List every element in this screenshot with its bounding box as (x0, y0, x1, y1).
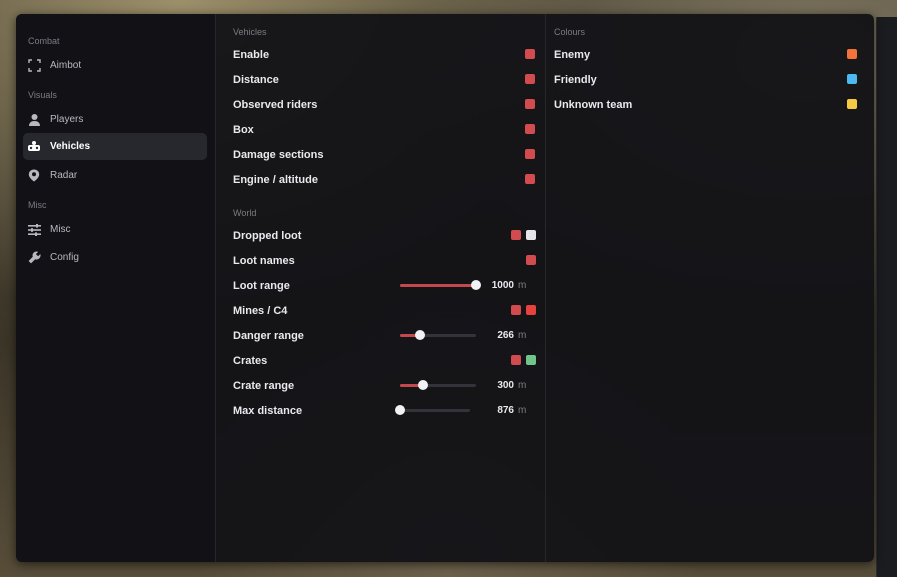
crate-range-slider[interactable] (400, 380, 476, 390)
loot-range-slider[interactable] (400, 280, 481, 290)
sidebar-item-players[interactable]: Players (23, 106, 207, 133)
vehicles-observed-riders-label: Observed riders (233, 99, 318, 111)
section-label-misc: Misc (28, 200, 47, 210)
danger-range-value: 266 (497, 330, 514, 341)
colours-heading: Colours (554, 27, 586, 37)
vehicles-enable-color[interactable] (525, 49, 535, 59)
loot-names-label: Loot names (233, 255, 295, 267)
crosshair-icon (27, 59, 41, 73)
side-panel-edge (876, 17, 897, 577)
sidebar-item-vehicles[interactable]: Vehicles (23, 133, 207, 160)
crates-color-primary[interactable] (511, 355, 521, 365)
person-icon (27, 113, 41, 127)
vehicles-damage-sections-label: Damage sections (233, 149, 324, 161)
crates-label: Crates (233, 355, 268, 367)
max-distance-value: 876 (497, 405, 514, 416)
unknown-team-color[interactable] (847, 99, 857, 109)
dropped-loot-color-primary[interactable] (511, 230, 521, 240)
friendly-label: Friendly (554, 74, 597, 86)
crates-color-secondary[interactable] (526, 355, 536, 365)
colours-panel: Colours Enemy Friendly Unknown team (546, 14, 874, 562)
sliders-icon (27, 223, 41, 237)
sidebar-item-radar[interactable]: Radar (23, 162, 207, 189)
sidebar: Combat Aimbot Visuals Players Vehicles R… (16, 14, 216, 562)
section-label-combat: Combat (28, 36, 60, 46)
dropped-loot-label: Dropped loot (233, 230, 302, 242)
vehicles-box-color[interactable] (525, 124, 535, 134)
sidebar-item-misc[interactable]: Misc (23, 216, 207, 243)
vehicles-engine-altitude-label: Engine / altitude (233, 174, 318, 186)
loot-range-unit: m (518, 280, 527, 291)
dropped-loot-color-secondary[interactable] (526, 230, 536, 240)
enemy-label: Enemy (554, 49, 591, 61)
vehicles-damage-sections-color[interactable] (525, 149, 535, 159)
sidebar-item-label: Misc (50, 224, 71, 235)
vehicles-world-panel: Vehicles Enable Distance Observed riders… (216, 14, 546, 562)
sidebar-item-label: Config (50, 252, 79, 263)
sidebar-item-config[interactable]: Config (23, 244, 207, 271)
danger-range-label: Danger range (233, 330, 304, 342)
unknown-team-label: Unknown team (554, 99, 633, 111)
radar-icon (27, 169, 41, 183)
slider-knob[interactable] (395, 405, 405, 415)
max-distance-unit: m (518, 405, 527, 416)
section-label-visuals: Visuals (28, 90, 57, 100)
wrench-icon (27, 251, 41, 265)
vehicles-heading: Vehicles (233, 27, 267, 37)
settings-window: Combat Aimbot Visuals Players Vehicles R… (16, 14, 874, 562)
crate-range-unit: m (518, 380, 527, 391)
loot-range-value: 1000 (491, 280, 514, 291)
vehicles-distance-label: Distance (233, 74, 279, 86)
mines-c4-color-primary[interactable] (511, 305, 521, 315)
enemy-color[interactable] (847, 49, 857, 59)
danger-range-unit: m (518, 330, 527, 341)
loot-names-color[interactable] (526, 255, 536, 265)
mines-c4-color-secondary[interactable] (526, 305, 536, 315)
sidebar-item-label: Vehicles (50, 141, 91, 152)
sidebar-item-label: Players (50, 114, 84, 125)
max-distance-label: Max distance (233, 405, 303, 417)
vehicles-distance-color[interactable] (525, 74, 535, 84)
vehicles-enable-label: Enable (233, 49, 270, 61)
mines-c4-label: Mines / C4 (233, 305, 288, 317)
slider-fill (400, 284, 476, 287)
slider-knob[interactable] (417, 380, 428, 390)
loot-range-label: Loot range (233, 280, 290, 292)
crate-range-label: Crate range (233, 380, 295, 392)
max-distance-slider[interactable] (395, 405, 470, 415)
sidebar-item-label: Aimbot (50, 60, 82, 71)
vehicle-icon (27, 140, 41, 154)
vehicles-engine-altitude-color[interactable] (525, 174, 535, 184)
slider-knob[interactable] (414, 330, 425, 340)
world-heading: World (233, 208, 257, 218)
danger-range-slider[interactable] (400, 330, 476, 340)
vehicles-box-label: Box (233, 124, 254, 136)
friendly-color[interactable] (847, 74, 857, 84)
vehicles-observed-riders-color[interactable] (525, 99, 535, 109)
crate-range-value: 300 (497, 380, 514, 391)
sidebar-item-label: Radar (50, 170, 78, 181)
sidebar-item-aimbot[interactable]: Aimbot (23, 52, 207, 79)
